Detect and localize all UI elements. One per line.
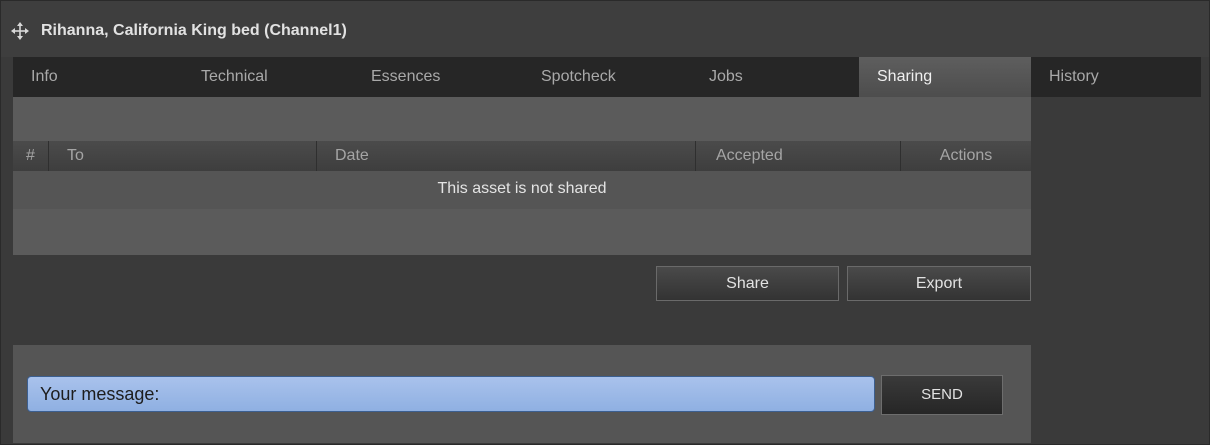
tab-spotcheck[interactable]: Spotcheck — [523, 57, 691, 97]
tab-bar: Info Technical Essences Spotcheck Jobs S… — [13, 57, 1201, 97]
tab-history[interactable]: History — [1031, 57, 1201, 97]
column-date[interactable]: Date — [317, 141, 696, 171]
column-actions[interactable]: Actions — [901, 141, 1031, 171]
column-to[interactable]: To — [49, 141, 317, 171]
export-button[interactable]: Export — [847, 266, 1031, 301]
asset-window: Rihanna, California King bed (Channel1) … — [0, 0, 1210, 445]
send-button[interactable]: SEND — [881, 375, 1003, 415]
share-button[interactable]: Share — [656, 266, 839, 301]
tab-technical[interactable]: Technical — [183, 57, 353, 97]
sharing-table-header: # To Date Accepted Actions — [13, 141, 1031, 171]
message-area: SEND — [13, 345, 1031, 443]
window-title: Rihanna, California King bed (Channel1) — [41, 22, 347, 39]
column-number[interactable]: # — [13, 141, 49, 171]
empty-table-message: This asset is not shared — [13, 171, 1031, 209]
tab-jobs[interactable]: Jobs — [691, 57, 859, 97]
sharing-panel: # To Date Accepted Actions This asset is… — [13, 97, 1031, 255]
tab-info[interactable]: Info — [13, 57, 183, 97]
move-icon[interactable] — [11, 22, 29, 40]
message-input[interactable] — [27, 376, 875, 412]
tab-essences[interactable]: Essences — [353, 57, 523, 97]
column-accepted[interactable]: Accepted — [696, 141, 901, 171]
tab-sharing[interactable]: Sharing — [859, 57, 1031, 97]
title-bar[interactable]: Rihanna, California King bed (Channel1) — [1, 1, 1209, 57]
